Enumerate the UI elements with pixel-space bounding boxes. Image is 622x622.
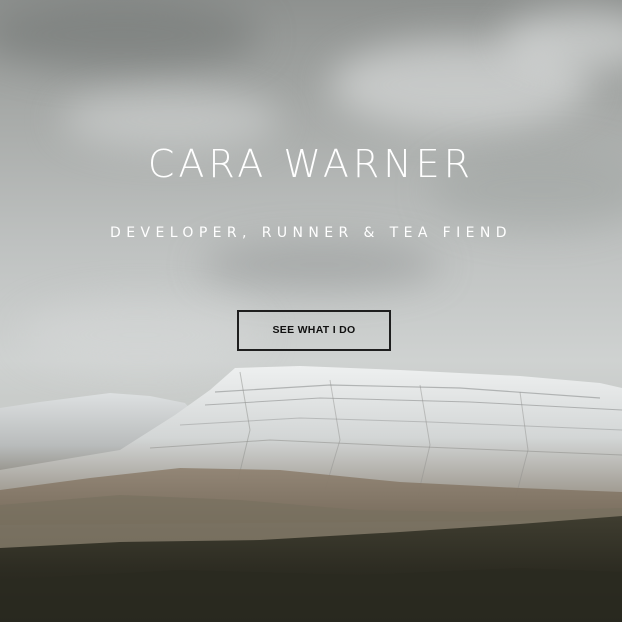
hero-section: CARA WARNER DEVELOPER, RUNNER & TEA FIEN… (0, 0, 622, 622)
hero-subtitle: DEVELOPER, RUNNER & TEA FIEND (110, 225, 512, 241)
see-what-i-do-button[interactable]: SEE WHAT I DO (237, 310, 391, 351)
hero-title: CARA WARNER (147, 142, 475, 186)
